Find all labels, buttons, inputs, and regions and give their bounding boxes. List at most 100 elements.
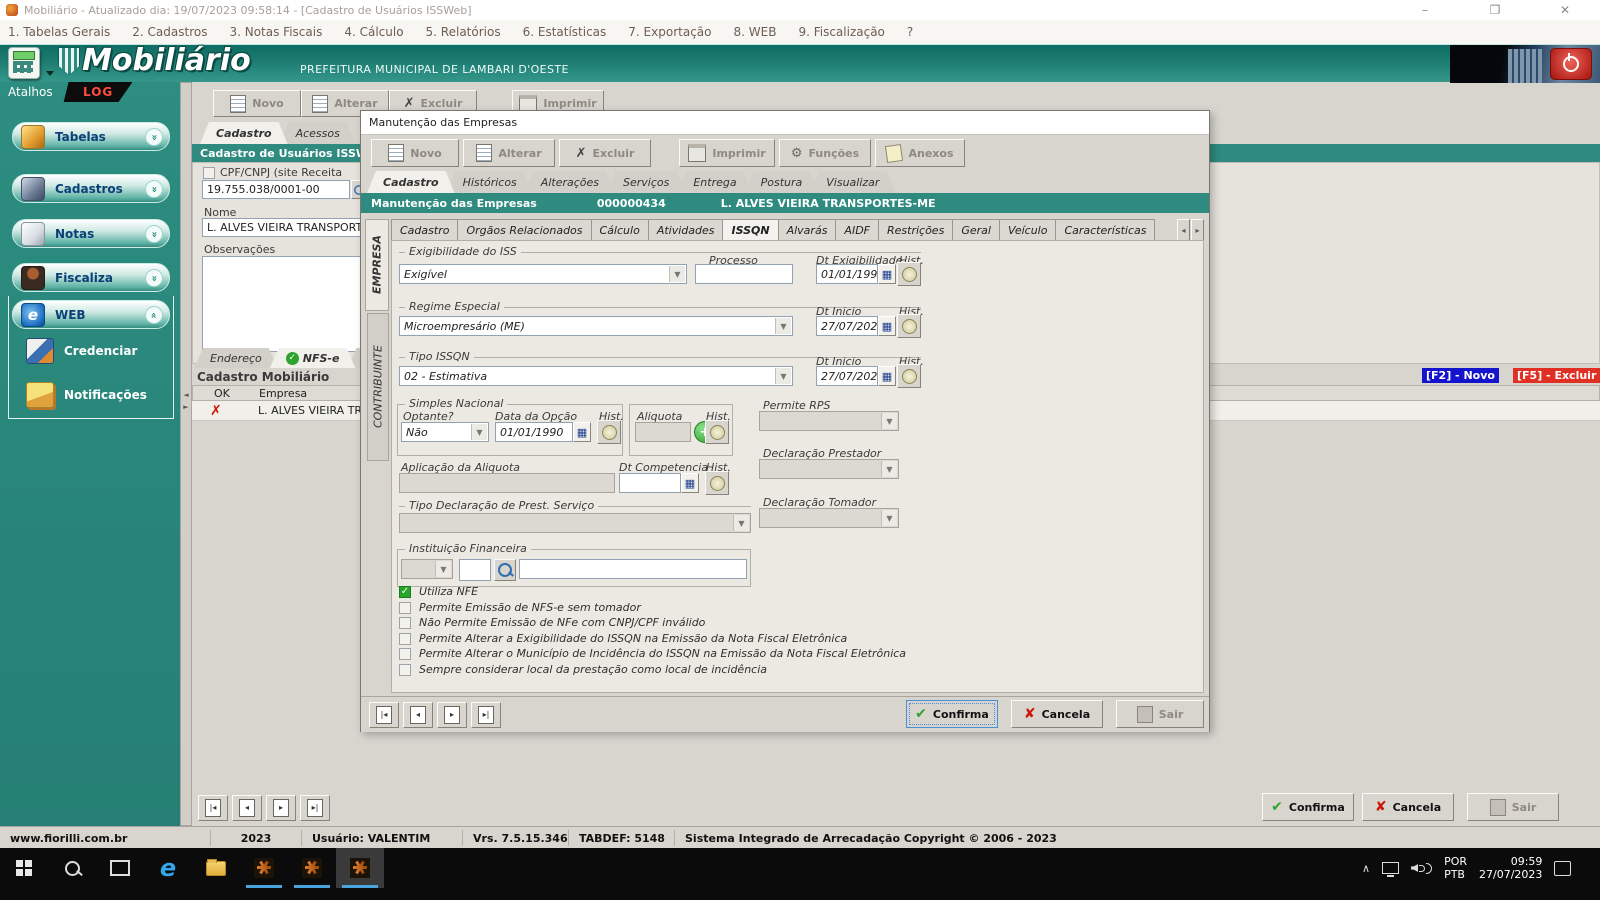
menu-estatisticas[interactable]: 6. Estatísticas xyxy=(523,25,607,39)
dt-exigibilidade-input[interactable]: 01/01/1990 xyxy=(816,264,878,284)
cpf-input[interactable]: 19.755.038/0001-00 xyxy=(202,180,350,199)
app-confirma-button[interactable]: ✔ Confirma xyxy=(1262,793,1354,821)
data-opcao-input[interactable]: 01/01/1990 xyxy=(495,422,573,442)
tipo-issqn-hist-button[interactable] xyxy=(897,364,921,388)
itab-cadastro[interactable]: Cadastro xyxy=(391,219,459,241)
observacoes-textarea[interactable] xyxy=(202,256,368,352)
collapse-left-icon[interactable]: ◄ xyxy=(182,391,190,400)
close-button[interactable]: ✕ xyxy=(1542,0,1588,20)
menu-notas-fiscais[interactable]: 3. Notas Fiscais xyxy=(229,25,322,39)
chevron-up-icon[interactable]: » xyxy=(145,306,163,324)
dlg-alterar-button[interactable]: Alterar xyxy=(463,139,555,167)
dt-competencia-input[interactable] xyxy=(619,473,681,493)
sidebar-item-fiscaliza[interactable]: Fiscaliza » xyxy=(12,263,170,292)
tipo-issqn-combo[interactable]: 02 - Estimativa ▼ xyxy=(399,366,793,386)
sidebar-item-tabelas[interactable]: Tabelas » xyxy=(12,122,170,151)
chevron-down-icon[interactable]: » xyxy=(145,128,163,146)
itab-calculo[interactable]: Cálculo xyxy=(591,219,649,241)
dlg-anexos-button[interactable]: Anexos xyxy=(875,139,965,167)
itab-alvaras[interactable]: Alvarás xyxy=(778,219,837,241)
dialog-titlebar[interactable]: Manutenção das Empresas xyxy=(361,111,1209,135)
itab-geral[interactable]: Geral xyxy=(953,219,1000,241)
instituicao-lookup-button[interactable] xyxy=(494,559,516,581)
chevron-down-icon[interactable]: ▼ xyxy=(669,266,685,282)
menu-tabelas-gerais[interactable]: 1. Tabelas Gerais xyxy=(8,25,110,39)
tab-acessos[interactable]: Acessos xyxy=(280,122,356,144)
declaracao-prestador-combo[interactable]: ▼ xyxy=(759,459,899,479)
fiorilli-app3-button-active[interactable] xyxy=(336,848,384,888)
instituicao-codigo-input[interactable] xyxy=(459,559,491,581)
menu-web[interactable]: 8. WEB xyxy=(734,25,777,39)
tab-cadastro[interactable]: Cadastro xyxy=(200,122,288,144)
permite-rps-combo[interactable]: ▼ xyxy=(759,411,899,431)
file-explorer-button[interactable] xyxy=(192,848,240,888)
tipo-issqn-dt-input[interactable]: 27/07/2023 xyxy=(816,366,878,386)
task-view-button[interactable] xyxy=(96,848,144,888)
notification-center-icon[interactable] xyxy=(1554,860,1572,876)
regime-dt-input[interactable]: 27/07/2023 xyxy=(816,316,878,336)
tab-endereco[interactable]: Endereço xyxy=(194,348,278,368)
dlg-nav-first-button[interactable]: |◂ xyxy=(369,702,399,728)
power-button[interactable] xyxy=(1550,48,1592,80)
maximize-button[interactable]: ❐ xyxy=(1472,0,1518,20)
sidebar-item-notificacoes[interactable]: Notificações xyxy=(26,378,166,412)
app-cancela-button[interactable]: ✘ Cancela xyxy=(1362,793,1454,821)
itab-caracteristicas[interactable]: Características xyxy=(1056,219,1156,241)
chevron-down-icon[interactable]: ▼ xyxy=(881,510,897,526)
fiorilli-app2-button[interactable] xyxy=(288,848,336,888)
tray-chevron-up-icon[interactable]: ∧ xyxy=(1362,862,1370,875)
menu-help[interactable]: ? xyxy=(907,25,913,39)
chevron-down-icon[interactable]: » xyxy=(145,269,163,287)
nav-last-button[interactable]: ▸| xyxy=(300,795,330,821)
itab-orgaos-relacionados[interactable]: Orgãos Relacionados xyxy=(458,219,592,241)
cpf-checkbox[interactable] xyxy=(203,167,215,179)
cnpj-invalido-checkbox[interactable] xyxy=(399,617,411,629)
internet-explorer-button[interactable]: e xyxy=(144,848,192,888)
vtab-contribuinte[interactable]: CONTRIBUINTE xyxy=(367,313,389,461)
menu-fiscalizacao[interactable]: 9. Fiscalização xyxy=(798,25,884,39)
instituicao-tipo-combo[interactable]: ▼ xyxy=(401,559,453,579)
dlg-funcoes-button[interactable]: ⚙ Funções xyxy=(779,139,871,167)
sem-tomador-checkbox[interactable] xyxy=(399,602,411,614)
itab-veiculo[interactable]: Veículo xyxy=(999,219,1057,241)
nav-first-button[interactable]: |◂ xyxy=(198,795,228,821)
status-site[interactable]: www.fiorilli.com.br xyxy=(0,830,211,846)
menu-calculo[interactable]: 4. Cálculo xyxy=(344,25,403,39)
competencia-hist-button[interactable] xyxy=(705,471,729,495)
declaracao-tomador-combo[interactable]: ▼ xyxy=(759,508,899,528)
grid-col-ok[interactable]: OK xyxy=(214,387,230,400)
tab-servicos[interactable]: Serviços xyxy=(607,171,685,193)
alterar-municipio-checkbox[interactable] xyxy=(399,648,411,660)
tab-nfse[interactable]: ✓ NFS-e xyxy=(270,348,356,368)
dlg-nav-prev-button[interactable]: ◂ xyxy=(403,702,433,728)
itab-aidf[interactable]: AIDF xyxy=(836,219,879,241)
dlg-nav-last-button[interactable]: ▸| xyxy=(471,702,501,728)
chevron-down-icon[interactable]: ▼ xyxy=(881,413,897,429)
chevron-down-icon[interactable]: » xyxy=(145,225,163,243)
tab-atalhos[interactable]: Atalhos xyxy=(8,85,53,99)
itab-restricoes[interactable]: Restrições xyxy=(879,219,954,241)
aplicacao-aliquota-input[interactable] xyxy=(399,473,615,493)
fiorilli-app1-button[interactable] xyxy=(240,848,288,888)
tab-log[interactable]: LOG xyxy=(64,82,133,102)
dlg-imprimir-button[interactable]: Imprimir xyxy=(679,139,775,167)
tipo-declaracao-combo[interactable]: ▼ xyxy=(399,513,751,533)
dlg-excluir-button[interactable]: ✗ Excluir xyxy=(559,139,651,167)
utiliza-nfe-checkbox[interactable]: ✓ xyxy=(399,586,411,598)
optante-combo[interactable]: Não ▼ xyxy=(401,422,489,442)
calendar-icon[interactable]: ▦ xyxy=(878,264,896,284)
start-button[interactable] xyxy=(0,848,48,888)
aliquota-hist-button[interactable] xyxy=(705,420,729,444)
exigibilidade-combo[interactable]: Exigível ▼ xyxy=(399,264,687,284)
sidebar-item-cadastros[interactable]: Cadastros » xyxy=(12,174,170,203)
chevron-down-icon[interactable]: » xyxy=(145,180,163,198)
exigibilidade-hist-button[interactable] xyxy=(897,262,921,286)
local-prestacao-checkbox[interactable] xyxy=(399,664,411,676)
chevron-down-icon[interactable]: ▼ xyxy=(775,318,791,334)
novo-button[interactable]: Novo xyxy=(213,90,301,117)
processo-input[interactable] xyxy=(695,264,793,284)
menu-exportacao[interactable]: 7. Exportação xyxy=(628,25,711,39)
chevron-down-icon[interactable]: ▼ xyxy=(881,461,897,477)
chevron-down-icon[interactable]: ▼ xyxy=(775,368,791,384)
menu-relatorios[interactable]: 5. Relatórios xyxy=(426,25,501,39)
